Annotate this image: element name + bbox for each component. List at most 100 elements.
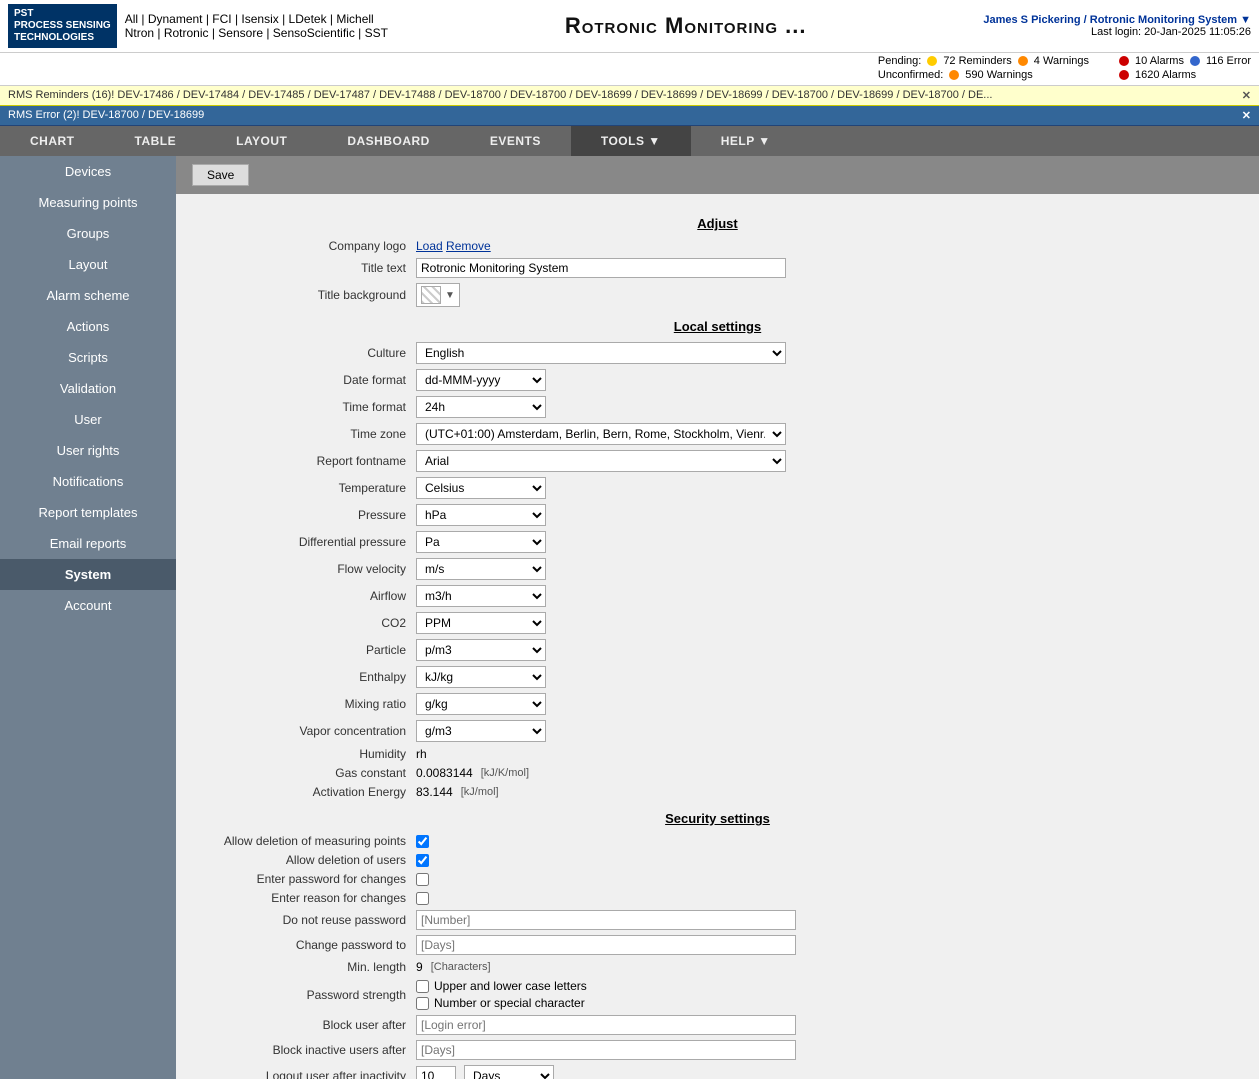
flow-velocity-select[interactable]: m/s ft/s km/h	[416, 558, 546, 580]
airflow-select[interactable]: m3/h l/s ft3/h	[416, 585, 546, 607]
allow-deletion-mp-checkbox[interactable]	[416, 835, 429, 848]
sidebar-item-user-rights[interactable]: User rights	[0, 435, 176, 466]
date-format-row: Date format dd-MMM-yyyy MM/dd/yyyy dd/MM…	[196, 369, 1239, 391]
airflow-control: m3/h l/s ft3/h	[416, 585, 796, 607]
sidebar-item-validation[interactable]: Validation	[0, 373, 176, 404]
culture-label: Culture	[196, 346, 416, 360]
time-zone-label: Time zone	[196, 427, 416, 441]
sidebar-item-email-reports[interactable]: Email reports	[0, 528, 176, 559]
block-inactive-input[interactable]	[416, 1040, 796, 1060]
password-strength-label: Password strength	[196, 988, 416, 1002]
sidebar-item-groups[interactable]: Groups	[0, 218, 176, 249]
adjust-header: Adjust	[196, 216, 1239, 231]
change-password-input[interactable]	[416, 935, 796, 955]
date-format-select[interactable]: dd-MMM-yyyy MM/dd/yyyy dd/MM/yyyy	[416, 369, 546, 391]
sidebar-item-devices[interactable]: Devices	[0, 156, 176, 187]
company-logo-label: Company logo	[196, 239, 416, 253]
title-text-label: Title text	[196, 261, 416, 275]
vapor-concentration-select[interactable]: g/m3 g/l	[416, 720, 546, 742]
time-format-label: Time format	[196, 400, 416, 414]
sidebar-item-user[interactable]: User	[0, 404, 176, 435]
enter-password-checkbox[interactable]	[416, 873, 429, 886]
activation-energy-label: Activation Energy	[196, 785, 416, 799]
particle-row: Particle p/m3 p/l	[196, 639, 1239, 661]
temperature-control: Celsius Fahrenheit Kelvin	[416, 477, 796, 499]
min-length-control: 9 [Characters]	[416, 960, 796, 974]
gas-constant-row: Gas constant 0.0083144 [kJ/K/mol]	[196, 766, 1239, 780]
save-button[interactable]: Save	[192, 164, 249, 186]
report-fontname-label: Report fontname	[196, 454, 416, 468]
gas-constant-label: Gas constant	[196, 766, 416, 780]
reminders-close-icon[interactable]: ✕	[1242, 89, 1251, 102]
password-strength-control: Upper and lower case letters Number or s…	[416, 979, 587, 1010]
activation-energy-value: 83.144	[416, 785, 453, 799]
particle-select[interactable]: p/m3 p/l	[416, 639, 546, 661]
nav-table[interactable]: TABLE	[105, 126, 207, 156]
allow-deletion-mp-control	[416, 835, 429, 848]
sidebar-item-alarm-scheme[interactable]: Alarm scheme	[0, 280, 176, 311]
title-text-input[interactable]	[416, 258, 786, 278]
title-bg-picker[interactable]: ▼	[416, 283, 460, 307]
logout-inactivity-unit-select[interactable]: Days Hours Minutes	[464, 1065, 554, 1079]
culture-select[interactable]: English German French Spanish	[416, 342, 786, 364]
co2-select[interactable]: PPM g/m3	[416, 612, 546, 634]
diff-pressure-label: Differential pressure	[196, 535, 416, 549]
time-format-row: Time format 24h 12h	[196, 396, 1239, 418]
time-format-select[interactable]: 24h 12h	[416, 396, 546, 418]
block-user-row: Block user after	[196, 1015, 1239, 1035]
nav-chart[interactable]: CHART	[0, 126, 105, 156]
nav-dashboard[interactable]: DASHBOARD	[317, 126, 460, 156]
pressure-control: hPa mbar Pa kPa	[416, 504, 796, 526]
no-reuse-input[interactable]	[416, 910, 796, 930]
report-fontname-row: Report fontname Arial Times New Roman Ca…	[196, 450, 1239, 472]
particle-label: Particle	[196, 643, 416, 657]
error-close-icon[interactable]: ✕	[1242, 109, 1251, 122]
enthalpy-select[interactable]: kJ/kg BTU/lb	[416, 666, 546, 688]
sidebar-item-notifications[interactable]: Notifications	[0, 466, 176, 497]
nav-links-line1: All | Dynament | FCI | Isensix | LDetek …	[125, 12, 388, 26]
sidebar-item-scripts[interactable]: Scripts	[0, 342, 176, 373]
warnings1-count: 4 Warnings	[1034, 55, 1089, 67]
mixing-ratio-select[interactable]: g/kg gr/lb	[416, 693, 546, 715]
pressure-select[interactable]: hPa mbar Pa kPa	[416, 504, 546, 526]
nav-layout[interactable]: LAYOUT	[206, 126, 317, 156]
nav-help[interactable]: HELP ▼	[691, 126, 801, 156]
last-login: Last login: 20-Jan-2025 11:05:26	[983, 26, 1251, 38]
flow-velocity-control: m/s ft/s km/h	[416, 558, 796, 580]
humidity-control: rh	[416, 747, 796, 761]
allow-deletion-users-checkbox[interactable]	[416, 854, 429, 867]
sidebar-item-measuring-points[interactable]: Measuring points	[0, 187, 176, 218]
diff-pressure-select[interactable]: Pa hPa mbar	[416, 531, 546, 553]
rms-error-bar: RMS Error (2)! DEV-18700 / DEV-18699 ✕	[0, 106, 1259, 126]
logout-inactivity-input[interactable]	[416, 1066, 456, 1079]
humidity-row: Humidity rh	[196, 747, 1239, 761]
sidebar-item-layout[interactable]: Layout	[0, 249, 176, 280]
sidebar-item-system[interactable]: System	[0, 559, 176, 590]
mixing-ratio-label: Mixing ratio	[196, 697, 416, 711]
activation-energy-row: Activation Energy 83.144 [kJ/mol]	[196, 785, 1239, 799]
header: PSTPROCESS SENSINGTECHNOLOGIES All | Dyn…	[0, 0, 1259, 53]
co2-row: CO2 PPM g/m3	[196, 612, 1239, 634]
pst-logo: PSTPROCESS SENSINGTECHNOLOGIES	[8, 4, 117, 48]
remove-link[interactable]: Remove	[446, 239, 491, 253]
nav-events[interactable]: EVENTS	[460, 126, 571, 156]
sidebar-item-report-templates[interactable]: Report templates	[0, 497, 176, 528]
allow-deletion-users-row: Allow deletion of users	[196, 853, 1239, 867]
change-password-row: Change password to	[196, 935, 1239, 955]
nav-tools[interactable]: TOOLS ▼	[571, 126, 691, 156]
time-zone-select[interactable]: (UTC+01:00) Amsterdam, Berlin, Bern, Rom…	[416, 423, 786, 445]
load-link[interactable]: Load	[416, 239, 443, 253]
sidebar-item-actions[interactable]: Actions	[0, 311, 176, 342]
flow-velocity-label: Flow velocity	[196, 562, 416, 576]
enter-reason-checkbox[interactable]	[416, 892, 429, 905]
user-info[interactable]: James S Pickering / Rotronic Monitoring …	[983, 14, 1251, 26]
block-user-input[interactable]	[416, 1015, 796, 1035]
chevron-down-icon[interactable]: ▼	[445, 290, 455, 301]
password-strength-row: Password strength Upper and lower case l…	[196, 979, 1239, 1010]
temperature-select[interactable]: Celsius Fahrenheit Kelvin	[416, 477, 546, 499]
pw-number-special-checkbox[interactable]	[416, 997, 429, 1010]
pw-upper-lower-checkbox[interactable]	[416, 980, 429, 993]
alarms2-dot	[1119, 70, 1129, 80]
sidebar-item-account[interactable]: Account	[0, 590, 176, 621]
report-fontname-select[interactable]: Arial Times New Roman Calibri	[416, 450, 786, 472]
